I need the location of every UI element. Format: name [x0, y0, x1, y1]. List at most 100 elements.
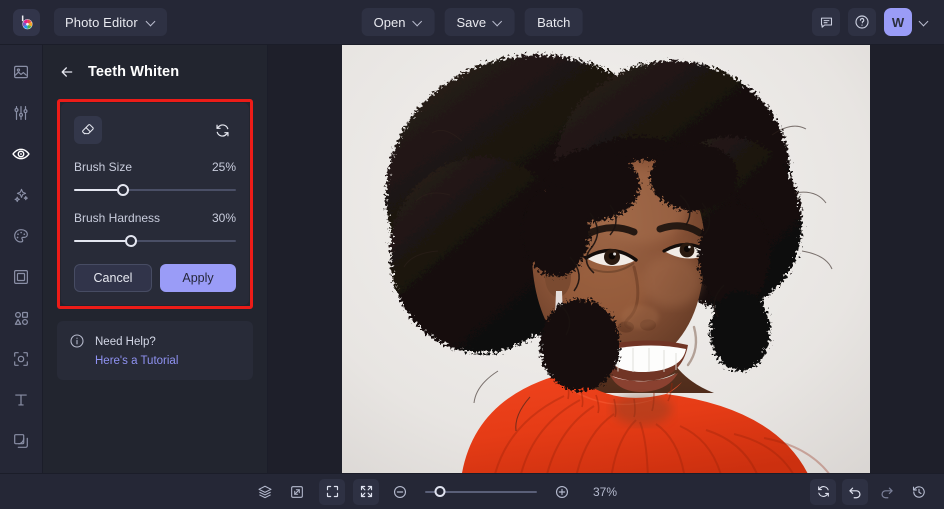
zoom-controls: 37% — [319, 478, 625, 505]
back-arrow-icon — [61, 67, 73, 77]
need-help-title: Need Help? — [95, 336, 156, 348]
eraser-button[interactable] — [74, 116, 102, 144]
photo-preview[interactable] — [342, 45, 870, 473]
chevron-down-icon — [494, 18, 503, 27]
text-t-icon — [15, 394, 27, 406]
zoom-out-button[interactable] — [387, 479, 413, 505]
main-body: Teeth Whiten Brush Size 25% Brush Hardne… — [0, 45, 944, 473]
redo-button[interactable] — [874, 479, 900, 505]
question-circle-icon — [855, 15, 869, 29]
feedback-button[interactable] — [812, 8, 840, 36]
reset-button[interactable] — [810, 478, 836, 505]
app-logo[interactable] — [13, 8, 40, 36]
history-button[interactable] — [906, 479, 932, 505]
zoom-in-button[interactable] — [549, 479, 575, 505]
need-help-card[interactable]: Need Help? Here's a Tutorial — [57, 321, 253, 381]
slider-handle[interactable] — [124, 235, 137, 247]
chevron-down-icon — [413, 18, 422, 27]
sidebar-item-retouch[interactable] — [8, 141, 34, 167]
top-bar: Photo Editor Open Save Batch W — [0, 0, 944, 45]
canvas-area[interactable] — [268, 45, 944, 473]
portrait-photo — [342, 45, 870, 473]
tool-rail — [0, 45, 43, 473]
brush-size-label: Brush Size — [74, 160, 133, 174]
slider-fill — [74, 189, 123, 191]
teeth-whiten-controls: Brush Size 25% Brush Hardness 30% Cancel… — [61, 103, 249, 305]
app-switcher-dropdown[interactable]: Photo Editor — [54, 8, 167, 36]
sidebar-item-frames[interactable] — [8, 264, 34, 290]
batch-button-label: Batch — [537, 14, 571, 30]
panel-back-button[interactable] — [59, 64, 75, 80]
reset-brush-button[interactable] — [208, 116, 236, 144]
open-button[interactable]: Open — [361, 8, 435, 36]
sparkles-icon — [14, 188, 28, 202]
chevron-down-icon — [147, 18, 156, 27]
chevron-down-icon — [920, 18, 929, 27]
sidebar-item-effects[interactable] — [8, 182, 34, 208]
layers-button[interactable] — [252, 479, 278, 505]
zoom-level-label: 37% — [593, 484, 618, 499]
account-menu-toggle[interactable] — [918, 18, 930, 27]
image-icon — [14, 65, 28, 79]
brush-size-value: 25% — [211, 160, 236, 174]
plus-circle-icon — [555, 485, 569, 498]
tool-panel: Teeth Whiten Brush Size 25% Brush Hardne… — [43, 45, 268, 473]
minus-circle-icon — [393, 485, 407, 498]
need-help-text: Need Help? Here's a Tutorial — [95, 332, 178, 369]
tutorial-link[interactable]: Here's a Tutorial — [95, 355, 178, 367]
panel-action-buttons: Cancel Apply — [74, 264, 236, 292]
eye-icon — [12, 148, 30, 160]
zoom-slider-handle[interactable] — [434, 486, 446, 497]
shapes-icon — [14, 311, 28, 325]
zoom-slider[interactable] — [425, 485, 537, 499]
brush-size-control: Brush Size 25% — [74, 160, 236, 197]
sidebar-item-cutout[interactable] — [8, 346, 34, 372]
reset-arrows-icon — [817, 486, 829, 497]
save-button-label: Save — [456, 14, 487, 30]
palette-icon — [14, 229, 28, 243]
app-switcher-label: Photo Editor — [65, 14, 138, 30]
highlight-outline: Brush Size 25% Brush Hardness 30% Cancel… — [57, 99, 253, 309]
brush-size-labels: Brush Size 25% — [74, 160, 236, 174]
undo-arrow-icon — [849, 487, 861, 498]
brush-hardness-slider[interactable] — [74, 234, 236, 248]
sidebar-item-layers[interactable] — [8, 428, 34, 454]
eraser-icon — [82, 124, 94, 135]
fullscreen-button[interactable] — [319, 478, 345, 505]
sidebar-item-adjust[interactable] — [8, 100, 34, 126]
user-avatar[interactable]: W — [884, 8, 912, 36]
fullscreen-expand-icon — [326, 485, 338, 498]
undo-button[interactable] — [842, 478, 868, 505]
help-button[interactable] — [848, 8, 876, 36]
overlay-icon — [14, 434, 28, 448]
fit-to-screen-button[interactable] — [353, 478, 379, 505]
sidebar-item-color[interactable] — [8, 223, 34, 249]
bottom-bar-right-tools — [810, 478, 932, 505]
top-bar-right-actions: W — [812, 8, 934, 36]
photo-editor-app: Photo Editor Open Save Batch W Teeth Whi… — [0, 0, 944, 509]
page-title: Teeth Whiten — [88, 64, 180, 80]
sidebar-item-text[interactable] — [8, 387, 34, 413]
cancel-button[interactable]: Cancel — [74, 264, 152, 292]
frame-icon — [14, 270, 28, 284]
batch-button[interactable]: Batch — [525, 8, 583, 36]
save-button[interactable]: Save — [444, 8, 516, 36]
sliders-icon — [14, 106, 28, 120]
sidebar-item-image[interactable] — [8, 59, 34, 85]
brush-size-slider[interactable] — [74, 183, 236, 197]
open-button-label: Open — [373, 14, 406, 30]
apply-button[interactable]: Apply — [160, 264, 236, 292]
brush-hardness-labels: Brush Hardness 30% — [74, 211, 236, 225]
slider-handle[interactable] — [116, 184, 129, 196]
fit-to-screen-icon — [360, 485, 372, 498]
cutout-icon — [14, 352, 28, 366]
color-wheel-b-logo-icon — [21, 15, 33, 29]
slider-fill — [74, 240, 131, 242]
reset-arrows-icon — [215, 123, 229, 137]
tool-mode-row — [74, 116, 236, 144]
history-clock-icon — [912, 485, 925, 498]
compare-button[interactable] — [284, 479, 310, 505]
top-bar-center-actions: Open Save Batch — [361, 8, 583, 36]
sidebar-item-shapes[interactable] — [8, 305, 34, 331]
brush-hardness-value: 30% — [211, 211, 236, 225]
